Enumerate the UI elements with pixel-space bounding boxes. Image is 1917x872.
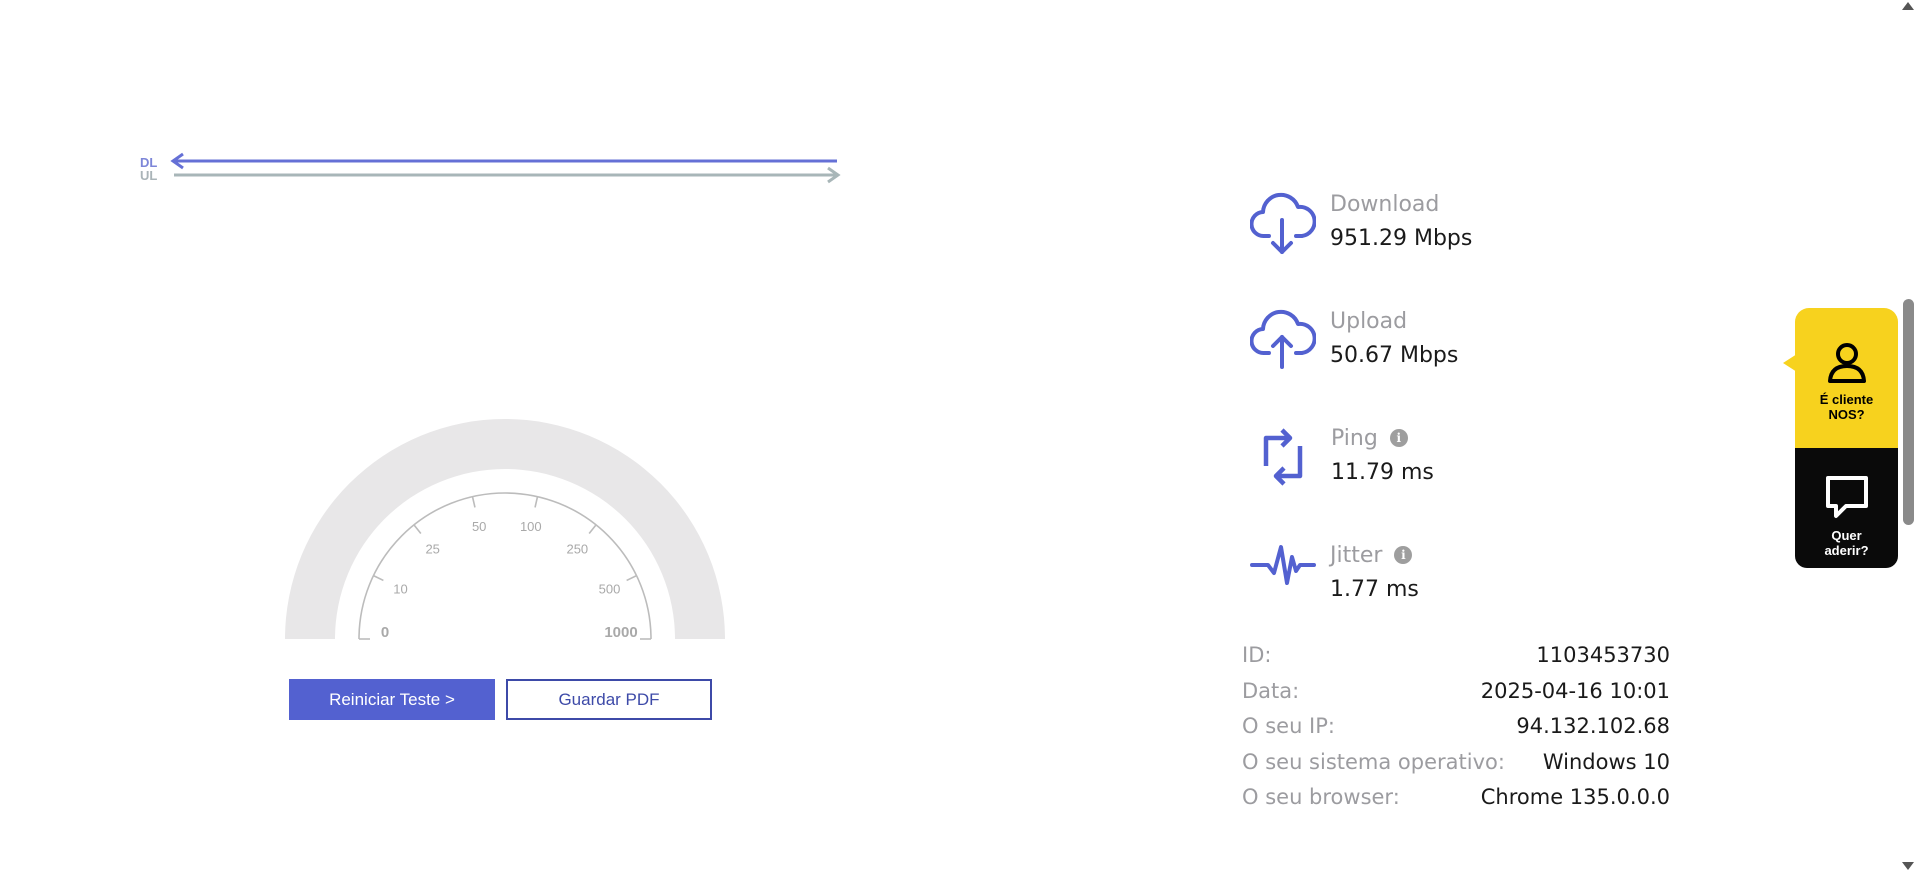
ping-value: 11.79 ms: [1331, 460, 1434, 485]
info-key: ID:: [1242, 643, 1272, 667]
info-key: Data:: [1242, 678, 1300, 703]
download-label: Download: [1330, 192, 1440, 217]
upload-value: 50.67 Mbps: [1330, 343, 1459, 368]
info-key: O seu IP:: [1242, 714, 1335, 738]
info-value: 94.132.102.68: [1516, 714, 1670, 738]
test-info-table: ID: 1103453730 Data: 2025-04-16 10:01 O …: [1242, 643, 1670, 821]
ping-metric: Ping i 11.79 ms: [1250, 424, 1670, 504]
info-key: O seu browser:: [1242, 785, 1400, 809]
gauge-tick-label: 50: [472, 519, 486, 534]
join-tab[interactable]: Quer aderir?: [1795, 448, 1898, 568]
ping-info-icon[interactable]: i: [1389, 429, 1408, 447]
gauge-outer-arc: [285, 419, 725, 639]
gauge-tick-label: 25: [425, 541, 439, 556]
ul-label: UL: [140, 168, 157, 183]
info-row-os: O seu sistema operativo: Windows 10: [1242, 750, 1670, 786]
info-value: Windows 10: [1542, 749, 1670, 774]
client-tab[interactable]: É cliente NOS?: [1795, 308, 1898, 460]
gauge-tick: [471, 496, 476, 508]
gauge-tick: [534, 496, 539, 508]
info-value: 1103453730: [1536, 643, 1670, 667]
jitter-metric: Jitter i 1.77 ms: [1250, 541, 1670, 621]
join-tab-label-2: aderir?: [1824, 543, 1869, 558]
info-row-date: Data: 2025-04-16 10:01: [1242, 679, 1670, 715]
save-pdf-button[interactable]: Guardar PDF: [506, 679, 712, 720]
client-tab-label-2: NOS?: [1828, 407, 1865, 422]
info-value: Chrome 135.0.0.0: [1480, 785, 1670, 809]
gauge-ticks: [373, 496, 637, 582]
speed-gauge: 0 10 25 50 100 250 500 1000: [285, 419, 725, 641]
info-row-id: ID: 1103453730: [1242, 643, 1670, 679]
jitter-label: Jitter: [1330, 543, 1383, 568]
ping-label-row: Ping i: [1331, 426, 1408, 451]
cloud-upload-icon: [1250, 309, 1316, 369]
info-value: 2025-04-16 10:01: [1480, 678, 1670, 703]
scroll-down-arrow-icon[interactable]: [1902, 862, 1914, 870]
gauge-labels: 0 10 25 50 100 250 500 1000: [381, 519, 638, 641]
scroll-up-arrow-icon[interactable]: [1902, 2, 1914, 10]
join-tab-label-1: Quer: [1831, 528, 1862, 543]
gauge-tick: [626, 574, 637, 582]
jitter-pulse-icon: [1250, 545, 1316, 585]
upload-label: Upload: [1330, 309, 1408, 334]
scrollbar-thumb[interactable]: [1903, 299, 1914, 525]
gauge-tick: [413, 524, 422, 534]
gauge-tick-label: 0: [381, 624, 389, 641]
gauge-tick: [373, 574, 384, 582]
gauge-tick-label: 1000: [604, 624, 637, 641]
gauge-tick-label: 10: [393, 582, 407, 597]
restart-test-button[interactable]: Reiniciar Teste >: [289, 679, 495, 720]
upload-metric: Upload 50.67 Mbps: [1250, 307, 1670, 387]
info-row-ip: O seu IP: 94.132.102.68: [1242, 714, 1670, 750]
info-key: O seu sistema operativo:: [1242, 749, 1505, 774]
ping-arrows-icon: [1263, 428, 1303, 486]
chat-bubble-icon: [1826, 476, 1868, 518]
cloud-download-icon: [1250, 192, 1316, 254]
jitter-info-icon[interactable]: i: [1394, 546, 1413, 564]
gauge-tick-label: 100: [520, 519, 542, 534]
client-tab-label-1: É cliente: [1819, 392, 1874, 407]
jitter-label-row: Jitter i: [1330, 543, 1413, 568]
gauge-tick-label: 250: [566, 541, 588, 556]
ping-label: Ping: [1331, 426, 1378, 451]
info-row-browser: O seu browser: Chrome 135.0.0.0: [1242, 785, 1670, 821]
jitter-value: 1.77 ms: [1330, 577, 1419, 602]
download-metric: Download 951.29 Mbps: [1250, 190, 1670, 270]
gauge-dial-arc: [358, 492, 652, 640]
gauge-tick: [588, 524, 597, 534]
speed-graph: DL UL: [140, 152, 841, 184]
gauge-tick-label: 500: [599, 582, 621, 597]
download-value: 951.29 Mbps: [1330, 226, 1473, 251]
person-icon: [1828, 343, 1866, 383]
